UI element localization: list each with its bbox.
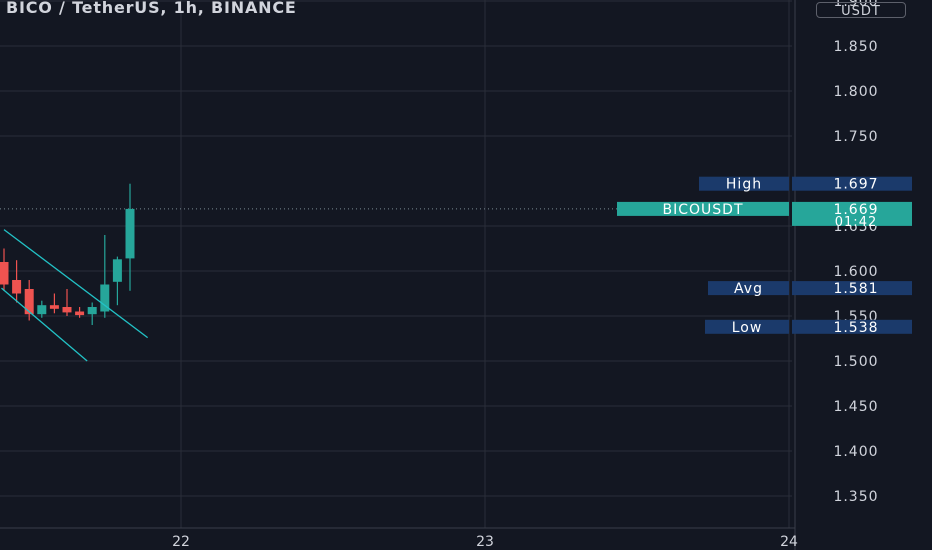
last-price-countdown: 01:42 [835,215,877,230]
candle-body [112,259,122,282]
label-value: 1.581 [833,281,878,297]
candle-body [37,305,47,315]
chart-title: BICO / TetherUS, 1h, BINANCE [6,0,297,17]
label-name: Avg [734,281,763,297]
channel-line [1,287,88,362]
y-tick-label: 1.400 [833,444,878,460]
y-tick-label: 1.450 [833,399,878,415]
label-name: Low [732,320,763,336]
candle-body [49,305,59,309]
x-tick-label: 23 [476,534,494,550]
y-tick-label: 1.350 [833,489,878,505]
candle-body [87,307,97,315]
label-value: 1.538 [833,320,878,336]
y-tick-label: 1.800 [833,84,878,100]
x-tick-label: 24 [780,534,798,550]
candle-body [12,280,22,294]
currency-button[interactable]: USDT [816,2,906,19]
y-tick-label: 1.850 [833,39,878,55]
x-tick-label: 22 [172,534,190,550]
label-name: High [726,177,762,193]
y-tick-label: 1.750 [833,129,878,145]
candle-body [125,208,135,259]
candle-body [75,311,85,316]
candle-body [0,262,9,285]
candle-body [24,289,34,315]
price-chart[interactable]: 1.9001.8501.8001.7501.6501.6001.5501.500… [0,0,932,550]
y-tick-label: 1.600 [833,264,878,280]
time-axis[interactable]: 22 23 24 [0,527,798,550]
label-value: 1.697 [833,177,878,193]
label-name: BICOUSDT [663,202,744,218]
y-tick-label: 1.500 [833,354,878,370]
price-axis[interactable]: 1.9001.8501.8001.7501.6501.6001.5501.500… [794,0,879,550]
candle-body [62,307,72,313]
